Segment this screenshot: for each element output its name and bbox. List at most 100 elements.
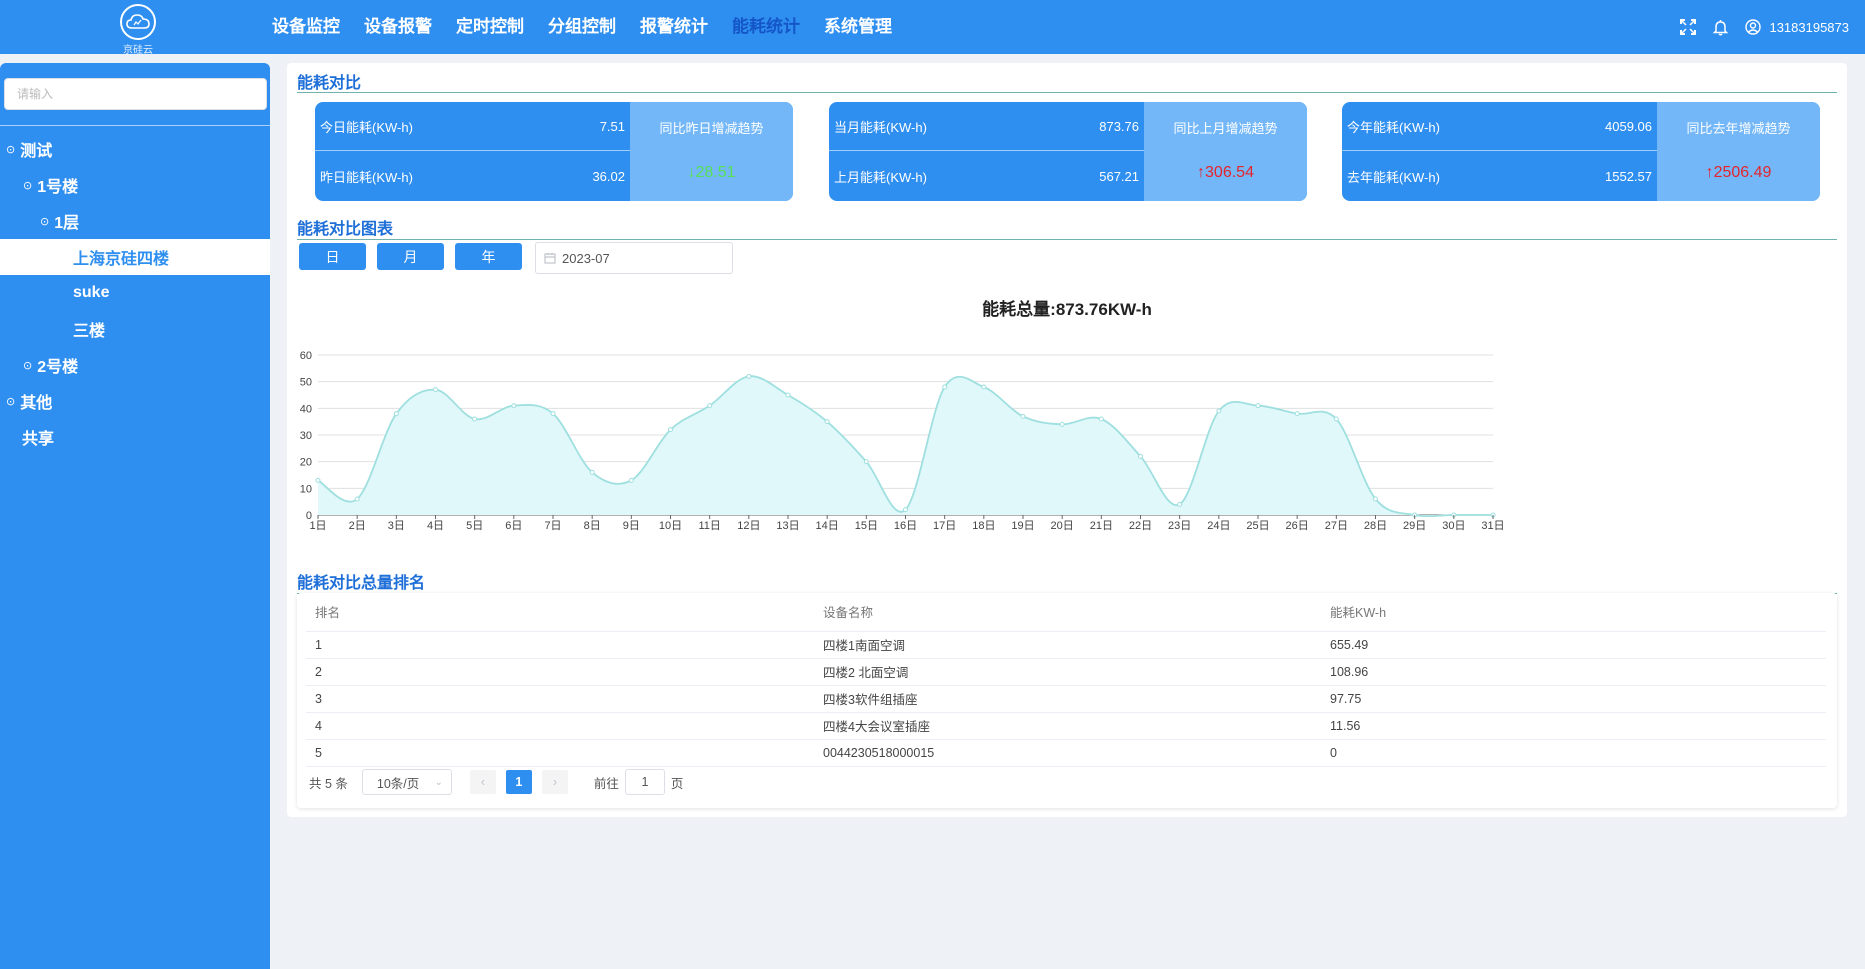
data-point xyxy=(1255,403,1261,409)
device-name-cell: 四楼3软件组插座 xyxy=(814,685,1321,713)
data-point xyxy=(1333,416,1339,422)
tree-node[interactable]: 三楼 xyxy=(0,311,270,347)
y-tick-label: 60 xyxy=(300,350,312,362)
yesterday-value: 36.02 xyxy=(592,169,625,184)
energy-cell: 0 xyxy=(1321,739,1826,767)
building-tree: ⊙ 测试 ⊙ 1号楼 ⊙ 1层 上海京硅四楼 suke 三楼 ⊙ 2号楼 ⊙ 其他 共享 xyxy=(0,131,270,455)
data-point xyxy=(1138,453,1143,459)
data-point xyxy=(1059,421,1065,427)
col-rank[interactable]: 排名 xyxy=(306,593,814,632)
energy-area-chart: 01020304050601日 2日 3日 4日 5日 6日 7日 8日 9日 10日 11日 12日… xyxy=(300,350,1505,532)
table-row[interactable]: 5 0044230518000015 0 xyxy=(306,739,1826,767)
month-date-picker[interactable]: 2023-07 xyxy=(535,242,733,274)
data-point xyxy=(785,392,791,398)
x-tick-label: 27日 xyxy=(1325,520,1348,532)
data-point xyxy=(746,373,752,379)
expand-icon[interactable]: ⊙ xyxy=(23,359,32,372)
monthly-trend-value: 306.54 xyxy=(1205,164,1254,181)
chevron-down-icon: ⌄ xyxy=(434,776,443,788)
next-page-button[interactable]: › xyxy=(541,770,568,794)
daily-trend-value: 28.51 xyxy=(695,164,736,181)
tree-node[interactable]: ⊙ 1号楼 xyxy=(0,167,270,203)
x-tick-label: 30日 xyxy=(1442,520,1465,532)
goto-page-input[interactable] xyxy=(624,769,665,795)
tree-node-label: 1层 xyxy=(54,215,80,232)
device-name-cell: 四楼2 北面空调 xyxy=(814,658,1321,686)
sidebar: ⊙ 测试 ⊙ 1号楼 ⊙ 1层上海京硅四楼 suke 三楼 ⊙ 2号楼 ⊙ 其他共享 xyxy=(0,63,270,969)
tree-search-input[interactable] xyxy=(4,78,267,110)
y-tick-label: 40 xyxy=(300,403,312,415)
nav-device-alarm[interactable]: 设备报警 xyxy=(364,0,432,54)
x-tick-label: 29日 xyxy=(1403,520,1426,532)
tree-node[interactable]: ⊙ 测试 xyxy=(0,131,270,167)
ranking-table: 排名 设备名称 能耗KW-h 1 四楼1南面空调 655.49 2 四楼2 北面空调 10… xyxy=(306,593,1826,767)
tree-node[interactable]: ⊙ 其他 xyxy=(0,383,270,419)
expand-icon[interactable]: ⊙ xyxy=(40,215,49,228)
expand-icon[interactable]: ⊙ xyxy=(6,143,15,156)
month-button[interactable]: 月 xyxy=(377,243,444,270)
divider xyxy=(297,92,1837,93)
bell-icon[interactable] xyxy=(1712,19,1729,36)
yearly-trend-title: 同比去年增减趋势 xyxy=(1686,121,1791,136)
page-size-select[interactable]: 10条/页 ⌄ xyxy=(361,769,452,795)
x-tick-label: 26日 xyxy=(1286,520,1309,532)
expand-icon[interactable]: ⊙ xyxy=(6,395,15,408)
data-point xyxy=(354,496,360,502)
page-number-1[interactable]: 1 xyxy=(505,770,532,794)
device-name-cell: 四楼4大会议室插座 xyxy=(814,712,1321,740)
data-point xyxy=(1373,496,1378,502)
tree-node[interactable]: 上海京硅四楼 xyxy=(0,239,270,275)
chart-section-title: 能耗对比图表 xyxy=(297,221,394,238)
tree-node[interactable]: ⊙ 1层 xyxy=(0,203,270,239)
up-arrow-icon: ↑ xyxy=(1705,164,1714,181)
energy-cell: 108.96 xyxy=(1321,658,1826,686)
x-tick-label: 1日 xyxy=(309,520,326,532)
logo-text: 京硅云 xyxy=(123,45,153,56)
x-tick-label: 2日 xyxy=(349,520,366,532)
col-energy[interactable]: 能耗KW-h xyxy=(1321,593,1826,632)
x-tick-label: 17日 xyxy=(933,520,956,532)
total-count: 共 5 条 xyxy=(309,776,348,791)
nav-timer-control[interactable]: 定时控制 xyxy=(456,0,524,54)
year-button[interactable]: 年 xyxy=(455,243,522,270)
today-label: 今日能耗(KW-h) xyxy=(320,119,413,135)
last-year-label: 去年能耗(KW-h) xyxy=(1347,170,1440,185)
expand-icon[interactable]: ⊙ xyxy=(23,179,32,192)
nav-system-admin[interactable]: 系统管理 xyxy=(824,0,892,54)
x-tick-label: 31日 xyxy=(1481,520,1504,532)
yearly-trend-value: 2506.49 xyxy=(1713,164,1772,181)
tree-node[interactable]: ⊙ 2号楼 xyxy=(0,347,270,383)
x-tick-label: 10日 xyxy=(659,520,682,532)
x-tick-label: 7日 xyxy=(544,520,561,532)
logo[interactable]: 京硅云 xyxy=(117,4,159,56)
this-year-value: 4059.06 xyxy=(1605,118,1652,134)
goto-label: 前往 xyxy=(593,776,619,791)
x-tick-label: 23日 xyxy=(1168,520,1191,532)
y-tick-label: 10 xyxy=(300,483,312,495)
x-tick-label: 15日 xyxy=(855,520,878,532)
table-row[interactable]: 3 四楼3软件组插座 97.75 xyxy=(306,685,1826,713)
fullscreen-icon[interactable] xyxy=(1680,19,1697,35)
nav-device-monitor[interactable]: 设备监控 xyxy=(272,0,340,54)
today-value: 7.51 xyxy=(599,118,625,134)
nav-group-control[interactable]: 分组控制 xyxy=(548,0,616,54)
x-tick-label: 5日 xyxy=(466,520,483,532)
data-point xyxy=(589,469,595,475)
table-row[interactable]: 2 四楼2 北面空调 108.96 xyxy=(306,658,1826,686)
up-arrow-icon: ↑ xyxy=(1197,164,1206,181)
series-area xyxy=(318,376,1493,517)
user-menu[interactable]: 13183195873 xyxy=(1745,19,1849,35)
table-row[interactable]: 1 四楼1南面空调 655.49 xyxy=(306,631,1826,659)
this-month-value: 873.76 xyxy=(1099,118,1139,134)
pagination: 共 5 条 10条/页 ⌄ ‹ 1 › 前往 页 xyxy=(309,769,683,795)
tree-node-label: 共享 xyxy=(22,431,55,448)
table-row[interactable]: 4 四楼4大会议室插座 11.56 xyxy=(306,712,1826,740)
x-tick-label: 11日 xyxy=(698,520,720,532)
nav-alarm-stats[interactable]: 报警统计 xyxy=(640,0,708,54)
day-button[interactable]: 日 xyxy=(299,243,366,270)
tree-node[interactable]: suke xyxy=(0,275,270,311)
col-device-name[interactable]: 设备名称 xyxy=(814,593,1321,632)
nav-energy-stats[interactable]: 能耗统计 xyxy=(732,0,800,54)
prev-page-button[interactable]: ‹ xyxy=(469,770,496,794)
tree-node[interactable]: 共享 xyxy=(0,419,270,455)
